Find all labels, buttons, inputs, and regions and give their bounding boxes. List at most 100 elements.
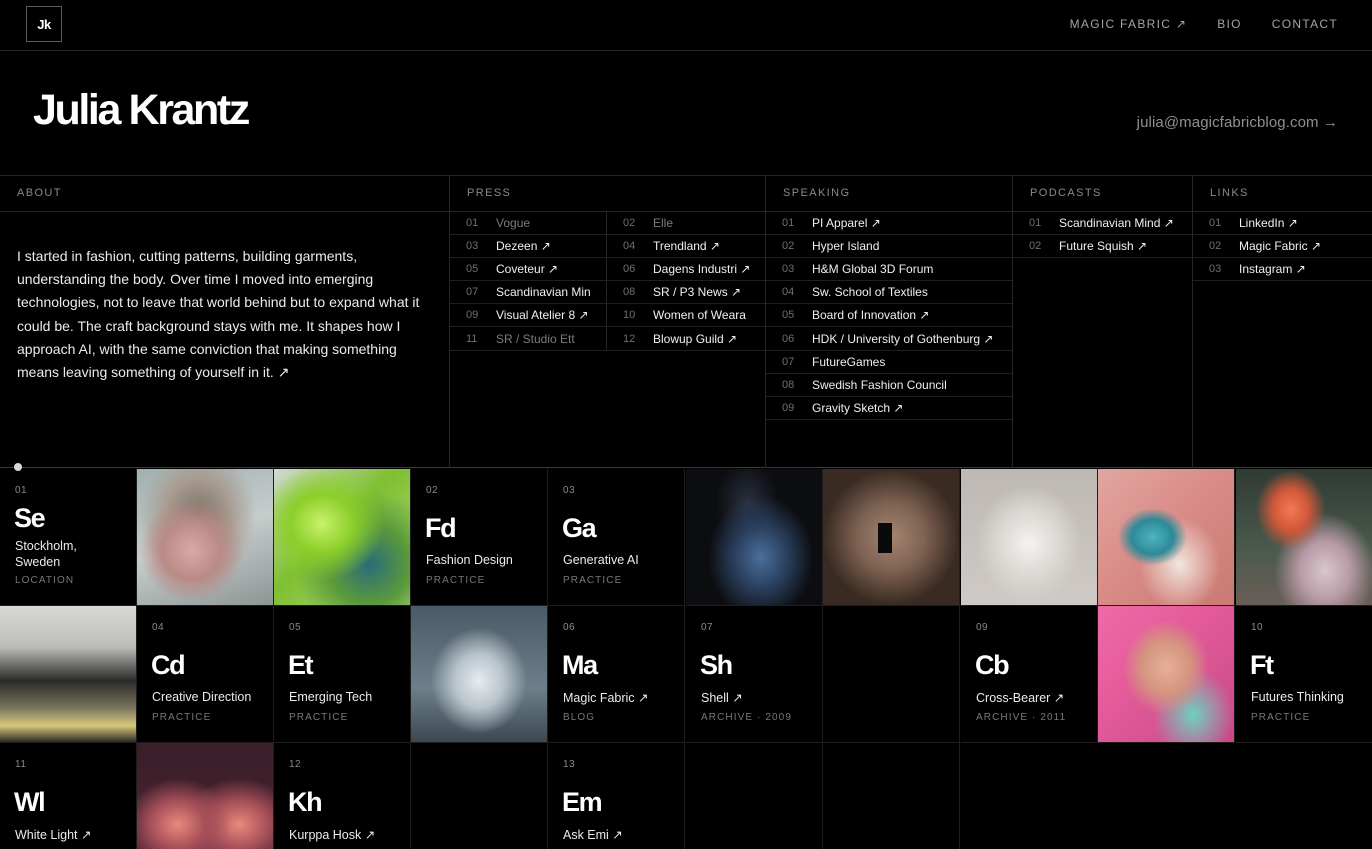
about-text[interactable]: I started in fashion, cutting patterns, … — [0, 212, 449, 384]
tile-emerging-tech[interactable]: 05 Et Emerging Tech PRACTICE — [274, 606, 411, 743]
tile-name: Generative AI — [563, 553, 639, 567]
speaking-item[interactable]: 03 H&M Global 3D Forum — [766, 258, 1012, 282]
tile-number: 05 — [289, 622, 302, 633]
image-tile-landscape[interactable] — [0, 606, 137, 743]
press-item-visual-atelier[interactable]: 09 Visual Atelier 8 ↗ — [450, 304, 607, 328]
image-tile-green-liquid[interactable] — [274, 469, 411, 606]
podcasts-column: PODCASTS 01 Scandinavian Mind ↗ 02 Future … — [1013, 176, 1193, 468]
tile-generative-ai[interactable]: 03 Ga Generative AI PRACTICE — [548, 469, 685, 606]
speaking-item[interactable]: 05 Board of Innovation ↗ — [766, 304, 1012, 328]
link-item-magic-fabric[interactable]: 02 Magic Fabric ↗ — [1193, 235, 1372, 259]
speaking-item[interactable]: 04 Sw. School of Textiles — [766, 281, 1012, 305]
book-image — [137, 743, 273, 849]
tile-symbol: Wl — [14, 787, 46, 817]
press-item-women-of-wearables[interactable]: 10 Women of Weara — [607, 304, 765, 328]
press-item-sr-studio-ett[interactable]: 11 SR / Studio Ett — [450, 327, 607, 351]
press-item-label: SR / P3 News ↗ — [653, 285, 742, 300]
tile-empty — [686, 743, 823, 849]
link-item-instagram[interactable]: 03 Instagram ↗ — [1193, 258, 1372, 282]
link-item-num: 03 — [1209, 263, 1222, 276]
press-item-label: Elle — [653, 216, 674, 231]
tile-magic-fabric[interactable]: 06 Ma Magic Fabric ↗ BLOG — [548, 606, 685, 743]
tile-symbol: Em — [562, 787, 603, 817]
link-item-label: Instagram ↗ — [1239, 262, 1306, 277]
press-item-label: Women of Weara — [653, 308, 746, 323]
tile-category: ARCHIVE · 2009 — [701, 712, 792, 723]
press-item-dagens-industri[interactable]: 06 Dagens Industri ↗ — [607, 258, 765, 282]
image-tile-hands[interactable] — [137, 469, 274, 606]
nav-link-bio[interactable]: BIO — [1217, 17, 1242, 31]
speaking-item-num: 09 — [782, 401, 795, 414]
logo[interactable]: Jk — [26, 6, 62, 42]
nav-link-magic-fabric[interactable]: MAGIC FABRIC ↗ — [1070, 17, 1188, 31]
image-tile-pearls[interactable] — [1098, 469, 1235, 606]
tile-number: 11 — [15, 759, 27, 770]
press-item-sr-p3-news[interactable]: 08 SR / P3 News ↗ — [607, 281, 765, 305]
speaking-item[interactable]: 09 Gravity Sketch ↗ — [766, 397, 1012, 420]
link-item-linkedin[interactable]: 01 LinkedIn ↗ — [1193, 212, 1372, 236]
speaking-item-label: Gravity Sketch ↗ — [812, 400, 904, 415]
speaking-item-label: Board of Innovation ↗ — [812, 308, 930, 323]
image-tile-pink-portrait[interactable] — [1098, 606, 1235, 743]
tile-name: Magic Fabric ↗ — [563, 691, 649, 705]
link-item-label: LinkedIn ↗ — [1239, 216, 1298, 231]
tile-number: 02 — [426, 485, 439, 496]
nav-links: MAGIC FABRIC ↗ BIO CONTACT — [1070, 17, 1338, 31]
tile-symbol: Ft — [1250, 650, 1274, 680]
tile-creative-direction[interactable]: 04 Cd Creative Direction PRACTICE — [137, 606, 274, 743]
press-item-blowup-guild[interactable]: 12 Blowup Guild ↗ — [607, 327, 765, 351]
top-nav: Jk MAGIC FABRIC ↗ BIO CONTACT — [0, 0, 1372, 51]
tile-location[interactable]: 01 Se Stockholm, Sweden LOCATION — [0, 469, 137, 606]
tile-number: 12 — [289, 759, 302, 770]
tile-number: 06 — [563, 622, 576, 633]
tile-cross-bearer[interactable]: 09 Cb Cross-Bearer ↗ ARCHIVE · 2011 — [961, 606, 1098, 743]
podcast-item-label: Future Squish ↗ — [1059, 239, 1148, 254]
speaking-item[interactable]: 08 Swedish Fashion Council — [766, 374, 1012, 397]
tile-name: Kurppa Hosk ↗ — [289, 828, 376, 842]
speaking-item-num: 01 — [782, 217, 795, 230]
press-item-trendland[interactable]: 04 Trendland ↗ — [607, 235, 765, 259]
white-costume-image — [411, 606, 547, 742]
podcast-item-label: Scandinavian Mind ↗ — [1059, 216, 1174, 231]
press-item-num: 01 — [466, 217, 479, 230]
image-tile-book[interactable] — [137, 743, 274, 849]
speaking-item[interactable]: 07 FutureGames — [766, 351, 1012, 374]
tile-kurppa-hosk[interactable]: 12 Kh Kurppa Hosk ↗ — [274, 743, 411, 849]
tile-shell[interactable]: 07 Sh Shell ↗ ARCHIVE · 2009 — [686, 606, 823, 743]
image-tile-face-portrait[interactable] — [823, 469, 960, 606]
tile-white-light[interactable]: 11 Wl White Light ↗ — [0, 743, 137, 849]
speaking-column: SPEAKING 01 PI Apparel ↗ 02 Hyper Island 0… — [766, 176, 1013, 468]
speaking-item-num: 07 — [782, 355, 795, 368]
podcast-item[interactable]: 02 Future Squish ↗ — [1013, 235, 1192, 259]
speaking-item[interactable]: 06 HDK / University of Gothenburg ↗ — [766, 327, 1012, 351]
speaking-item-label: FutureGames — [812, 354, 886, 369]
press-item-elle[interactable]: 02 Elle — [607, 212, 765, 236]
press-item-coveteur[interactable]: 05 Coveteur ↗ — [450, 258, 607, 282]
tile-futures-thinking[interactable]: 10 Ft Futures Thinking PRACTICE — [1236, 606, 1372, 743]
speaking-item[interactable]: 02 Hyper Island — [766, 235, 1012, 259]
press-item-label: Coveteur ↗ — [496, 262, 559, 277]
email-link[interactable]: julia@magicfabricblog.com → — [1137, 114, 1338, 131]
tile-category: PRACTICE — [152, 712, 212, 723]
tile-empty — [823, 743, 960, 849]
press-item-vogue[interactable]: 01 Vogue — [450, 212, 607, 236]
page-title: Julia Krantz — [33, 86, 250, 134]
press-item-num: 08 — [623, 286, 636, 299]
image-tile-white-costume[interactable] — [411, 606, 548, 743]
podcast-item-num: 02 — [1029, 240, 1042, 253]
speaking-item[interactable]: 01 PI Apparel ↗ — [766, 212, 1012, 236]
image-tile-mushrooms[interactable] — [1236, 469, 1372, 606]
podcast-item[interactable]: 01 Scandinavian Mind ↗ — [1013, 212, 1192, 236]
tile-category: BLOG — [563, 712, 596, 723]
press-item-scandinavian-mind[interactable]: 07 Scandinavian Min — [450, 281, 607, 305]
nav-link-contact[interactable]: CONTACT — [1272, 17, 1338, 31]
press-item-dezeen[interactable]: 03 Dezeen ↗ — [450, 235, 607, 259]
tile-number: 01 — [15, 485, 28, 496]
tile-fashion-design[interactable]: 02 Fd Fashion Design PRACTICE — [411, 469, 548, 606]
press-item-num: 04 — [623, 240, 636, 253]
press-item-label: Vogue — [496, 216, 531, 231]
tile-ask-emi[interactable]: 13 Em Ask Emi ↗ — [548, 743, 685, 849]
image-tile-feather-figure[interactable] — [686, 469, 823, 606]
image-tile-white-garment[interactable] — [961, 469, 1098, 606]
tile-category: ARCHIVE · 2011 — [976, 712, 1067, 723]
